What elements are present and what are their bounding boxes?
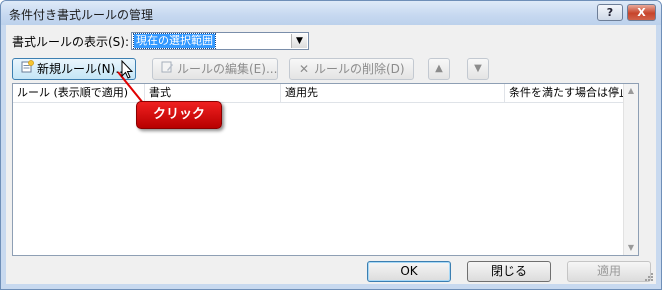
mouse-cursor-icon [121,60,133,79]
annotation-pointer-line [117,71,161,125]
click-annotation: クリック [136,101,222,129]
